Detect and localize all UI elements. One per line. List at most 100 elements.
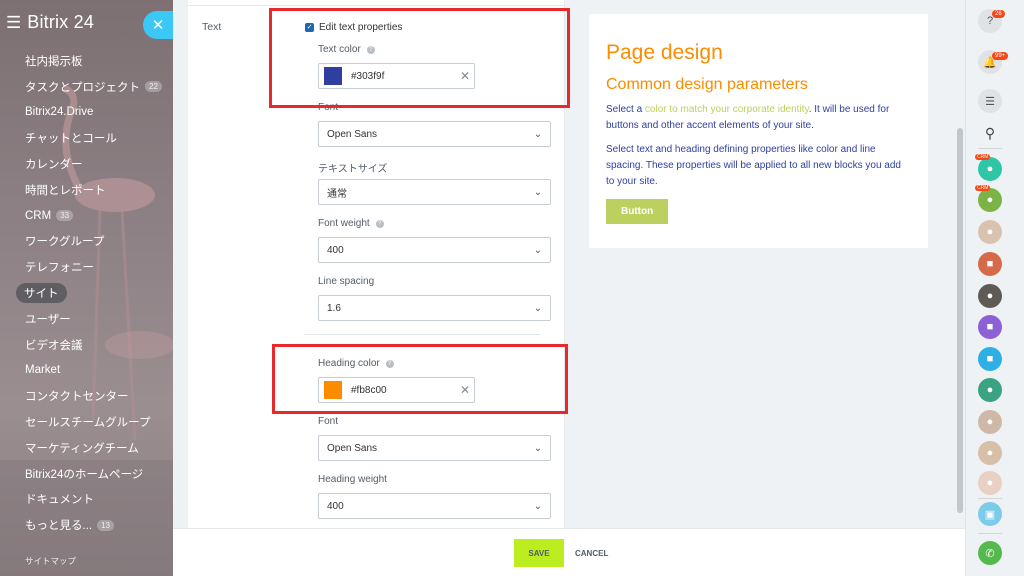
close-slider-button[interactable]: ✕ (143, 11, 173, 39)
sidebar-item[interactable]: ワークグループ (0, 229, 173, 255)
save-button[interactable]: SAVE (514, 539, 564, 567)
close-icon: ✕ (151, 17, 165, 34)
sidebar-item[interactable]: サイト (0, 280, 173, 306)
user-avatar[interactable]: ● (978, 220, 1002, 244)
line-spacing-label-text: Line spacing (318, 276, 375, 287)
sidebar-item[interactable]: タスクとプロジェクト 22 (0, 74, 173, 100)
scrollbar-thumb[interactable] (957, 128, 963, 513)
divider (304, 334, 540, 335)
line-spacing-select[interactable]: 1.6 ⌄ (318, 295, 551, 321)
heading-font-label: Font (318, 416, 338, 427)
camera-icon: ■ (986, 353, 994, 365)
sidebar-item[interactable]: CRM 33 (0, 203, 173, 229)
slider-footer: SAVE CANCEL (173, 528, 965, 576)
text-color-label-text: Text color (318, 44, 361, 55)
sidebar-item[interactable]: Market (0, 358, 173, 384)
sidebar-item-label: ワークグループ (25, 236, 105, 249)
sidebar-item[interactable]: セールスチームグループ (0, 409, 173, 435)
sidebar-item-label: カレンダー (25, 159, 83, 172)
video-call-icon[interactable]: ■ (978, 315, 1002, 339)
slider-panel: Text ✓ Edit text properties Text color ?… (173, 0, 965, 576)
logo-row: ☰ Bitrix 24 (6, 12, 94, 33)
user-icon: ● (986, 290, 994, 302)
right-rail: ? 26 🔔 99+ ☰ ⚲ ● CRM ● CRM ● ■ ● ■ ■ ● ●… (965, 0, 1024, 576)
checkbox-label: Edit text properties (319, 22, 403, 33)
font-weight-select[interactable]: 400 ⌄ (318, 237, 551, 263)
sidebar-item-label: チャットとコール (25, 133, 117, 146)
notification-badge: 99+ (992, 52, 1009, 60)
sidebar-item-label: サイト (16, 283, 67, 304)
heading-weight-label-text: Heading weight (318, 474, 387, 485)
preview-paragraph-1: Select a color to match your corporate i… (606, 102, 911, 134)
sidebar-item-label: CRM (25, 209, 52, 222)
sidebar-item[interactable]: もっと見る... 13 (0, 512, 173, 538)
user-icon: ● (986, 194, 994, 206)
video-call-icon[interactable]: ■ (978, 347, 1002, 371)
text-color-input[interactable]: #303f9f ✕ (318, 63, 475, 89)
preview-accent-link[interactable]: color to match your corporate identity (645, 104, 809, 115)
chevron-down-icon: ⌄ (533, 302, 543, 314)
text-size-select-value: 通常 (327, 188, 347, 200)
sidebar-item[interactable]: テレフォニー (0, 254, 173, 280)
chat-icon[interactable]: ☰ (978, 89, 1002, 113)
crm-contact-avatar[interactable]: ● (978, 188, 1002, 212)
clear-icon[interactable]: ✕ (456, 69, 474, 83)
search-icon[interactable]: ⚲ (978, 121, 1002, 145)
heading-color-input[interactable]: #fb8c00 ✕ (318, 377, 475, 403)
user-avatar[interactable]: ● (978, 410, 1002, 434)
crm-tag: CRM (975, 185, 991, 191)
user-icon: ● (986, 477, 994, 489)
text-size-select[interactable]: 通常 ⌄ (318, 179, 551, 205)
help-icon[interactable]: ? (375, 219, 384, 228)
preview-text: Select a (606, 104, 645, 115)
sidebar-item[interactable]: ユーザー (0, 306, 173, 332)
cancel-button[interactable]: CANCEL (575, 539, 608, 567)
heading-color-swatch[interactable] (324, 381, 342, 399)
text-color-swatch[interactable] (324, 67, 342, 85)
sitemap-link[interactable]: サイトマップ (25, 555, 76, 567)
document-icon[interactable]: ▣ (978, 502, 1002, 526)
edit-text-properties-checkbox[interactable]: ✓ Edit text properties (305, 22, 402, 33)
preview-button[interactable]: Button (606, 199, 669, 224)
sidebar-nav: 社内掲示板 タスクとプロジェクト 22 Bitrix24.Drive チャットとコールカ… (0, 48, 173, 538)
handset-icon: ✆ (985, 547, 995, 560)
phone-icon[interactable]: ✆ (978, 541, 1002, 565)
heading-weight-select[interactable]: 400 ⌄ (318, 493, 551, 519)
menu-icon[interactable]: ☰ (6, 14, 21, 31)
sidebar-item-label: 時間とレポート (25, 184, 106, 197)
sidebar-item[interactable]: ビデオ会議 (0, 332, 173, 358)
sidebar-item-label: Bitrix24のホームページ (25, 468, 144, 481)
heading-color-value: #fb8c00 (351, 384, 387, 396)
user-avatar[interactable]: ● (978, 471, 1002, 495)
sidebar-item[interactable]: ドキュメント (0, 487, 173, 513)
clear-icon[interactable]: ✕ (456, 383, 474, 397)
sidebar-item-label: コンタクトセンター (25, 391, 129, 404)
bitrix-logo[interactable]: Bitrix 24 (27, 12, 94, 33)
sidebar-item[interactable]: コンタクトセンター (0, 383, 173, 409)
sidebar-item[interactable]: カレンダー (0, 151, 173, 177)
sidebar-item[interactable]: Bitrix24のホームページ (0, 461, 173, 487)
video-call-icon[interactable]: ■ (978, 252, 1002, 276)
user-avatar[interactable]: ● (978, 284, 1002, 308)
sidebar-item-label: もっと見る... (25, 520, 93, 533)
user-avatar[interactable]: ● (978, 378, 1002, 402)
sidebar-item[interactable]: Bitrix24.Drive (0, 100, 173, 126)
sidebar-item[interactable]: チャットとコール (0, 125, 173, 151)
heading-font-label-text: Font (318, 416, 339, 427)
sidebar-item-count: 33 (56, 210, 74, 222)
sidebar-item[interactable]: 時間とレポート (0, 177, 173, 203)
sidebar-item-label: タスクとプロジェクト (25, 81, 140, 94)
font-select[interactable]: Open Sans ⌄ (318, 121, 551, 147)
sidebar-item[interactable]: 社内掲示板 (0, 48, 173, 74)
help-icon[interactable]: ? (385, 359, 394, 368)
user-avatar[interactable]: ● (978, 441, 1002, 465)
font-label-text: Font (318, 102, 339, 113)
help-icon[interactable]: ? (366, 45, 375, 54)
heading-font-select-value: Open Sans (327, 442, 378, 454)
crm-contact-avatar[interactable]: ● (978, 157, 1002, 181)
checkbox-checked-icon: ✓ (305, 23, 314, 32)
heading-font-select[interactable]: Open Sans ⌄ (318, 435, 551, 461)
crm-tag: CRM (975, 154, 991, 160)
text-color-value: #303f9f (351, 70, 385, 82)
sidebar-item[interactable]: マーケティングチーム (0, 435, 173, 461)
